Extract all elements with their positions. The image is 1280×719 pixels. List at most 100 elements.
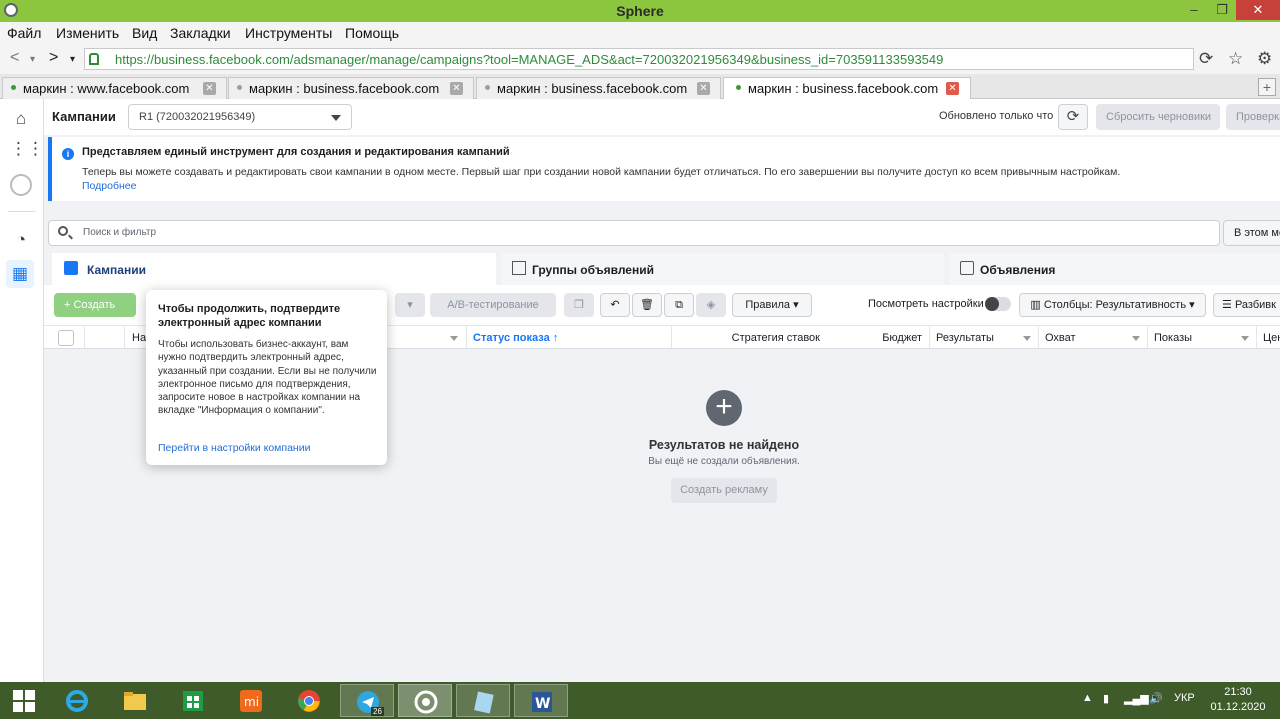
column-header-reach[interactable]: Охват [1038, 326, 1146, 350]
telegram-unread-badge: 26 [371, 707, 384, 716]
discard-drafts-button[interactable]: Сбросить черновики [1096, 104, 1220, 130]
edit-dropdown-button[interactable]: ▾ [395, 293, 425, 317]
popover-title: Чтобы продолжить, подтвердите электронны… [158, 303, 341, 329]
column-header-cost[interactable]: Цен [1256, 326, 1280, 350]
tab-close-icon[interactable]: ✕ [450, 82, 463, 95]
tray-expand-icon[interactable]: ▲ [1082, 692, 1093, 704]
start-button[interactable] [0, 684, 54, 717]
taskbar-chrome[interactable] [282, 684, 336, 717]
menu-help[interactable]: Помощь [345, 25, 399, 41]
taskbar-xiaomi[interactable]: mi [224, 684, 278, 717]
svg-text:W: W [535, 696, 550, 712]
bookmark-star-icon[interactable]: ☆ [1228, 49, 1243, 69]
taskbar-word[interactable]: W [514, 684, 568, 717]
browser-tab-3[interactable]: маркин : business.facebook.com ✕ [476, 77, 721, 99]
breakdown-dropdown-button[interactable]: ☰ Разбивк [1213, 293, 1280, 317]
forward-dropdown-icon[interactable]: ▾ [70, 54, 75, 65]
battery-charging-icon[interactable]: ▮ [1103, 692, 1109, 705]
column-header-delivery[interactable]: Статус показа ↑ [466, 326, 671, 350]
search-filter-input[interactable]: Поиск и фильтр [48, 220, 1220, 246]
minimize-button[interactable]: ‒ [1180, 0, 1208, 20]
tab-close-icon[interactable]: ✕ [203, 82, 216, 95]
chrome-icon [297, 689, 321, 713]
store-icon [181, 689, 205, 713]
system-clock[interactable]: 21:30 01.12.2020 [1208, 685, 1268, 715]
new-tab-button[interactable]: + [1258, 78, 1276, 96]
taskbar-telegram[interactable]: 26 [340, 684, 394, 717]
taskbar-sphere[interactable] [398, 684, 452, 717]
last-updated-text: Обновлено только что [939, 110, 1054, 122]
extensions-icon[interactable]: ⚙ [1257, 49, 1272, 69]
ab-test-button[interactable]: A/B-тестирование [430, 293, 556, 317]
windows-logo-icon [13, 690, 35, 712]
sort-arrow-icon: ↑ [552, 332, 559, 344]
tab-ads[interactable]: Объявления [950, 253, 1280, 285]
menu-view[interactable]: Вид [132, 25, 157, 41]
learn-more-link[interactable]: Подробнее [82, 180, 136, 192]
volume-icon[interactable]: 🔊 [1149, 692, 1163, 705]
account-avatar-icon[interactable] [10, 174, 32, 196]
menu-bookmarks[interactable]: Закладки [170, 25, 231, 41]
url-text: https://business.facebook.com/adsmanager… [115, 52, 944, 67]
rules-dropdown-button[interactable]: Правила ▾ [732, 293, 812, 317]
create-button[interactable]: + Создать [54, 293, 136, 317]
taskbar-file-explorer[interactable] [108, 684, 162, 717]
restore-button[interactable]: ❐ [1208, 0, 1236, 20]
date-range-button[interactable]: В этом ме [1223, 220, 1280, 246]
campaigns-table-icon[interactable]: ▦ [6, 260, 34, 288]
menu-edit[interactable]: Изменить [56, 25, 119, 41]
tab-status-icon [11, 85, 16, 90]
undo-button[interactable]: ↶ [600, 293, 630, 317]
tab-campaigns[interactable]: Кампании [52, 253, 496, 285]
close-window-button[interactable]: ✕ [1236, 0, 1280, 20]
taskbar-notepad[interactable] [456, 684, 510, 717]
banner-title: Представляем единый инструмент для созда… [82, 146, 510, 158]
url-field[interactable]: https://business.facebook.com/adsmanager… [84, 48, 1194, 70]
tab-status-icon [736, 85, 741, 90]
tab-status-icon [237, 85, 242, 90]
review-button[interactable]: Проверка [1226, 104, 1280, 130]
column-header-results[interactable]: Результаты [929, 326, 1037, 350]
menu-tools[interactable]: Инструменты [245, 25, 332, 41]
column-header-bid-strategy[interactable]: Стратегия ставок [671, 326, 826, 350]
column-budget-label: Бюджет [882, 332, 922, 344]
preview-button[interactable]: ⧉ [664, 293, 694, 317]
signal-bars-icon[interactable]: ▂▄▆ [1124, 692, 1149, 705]
taskbar-internet-explorer[interactable] [50, 684, 104, 717]
browser-tab-4-active[interactable]: маркин : business.facebook.com ✕ [723, 77, 971, 99]
duplicate-button[interactable]: ❐ [564, 293, 594, 317]
select-all-checkbox[interactable] [58, 330, 74, 346]
home-icon[interactable]: ⌂ [10, 108, 32, 130]
browser-tab-1[interactable]: маркин : www.facebook.com ✕ [2, 77, 227, 99]
tab-close-icon[interactable]: ✕ [946, 82, 959, 95]
delete-button[interactable]: 🗑 [632, 293, 662, 317]
all-tools-grid-icon[interactable]: ⋮⋮ [10, 138, 44, 160]
performance-gauge-icon[interactable]: ◔ [10, 229, 32, 251]
column-reach-label: Охват [1045, 332, 1076, 344]
column-header-budget[interactable]: Бюджет [826, 326, 924, 350]
tab-strip: маркин : www.facebook.com ✕ маркин : bus… [0, 74, 1280, 99]
tab-close-icon[interactable]: ✕ [697, 82, 710, 95]
tab-label: маркин : business.facebook.com [748, 81, 939, 96]
tab-adsets[interactable]: Группы объявлений [502, 253, 944, 285]
create-ad-button[interactable]: Создать рекламу [671, 478, 777, 503]
menu-file[interactable]: Файл [7, 25, 41, 41]
ad-account-select[interactable]: R1 (720032021956349) [128, 104, 352, 130]
taskbar-store[interactable] [166, 684, 220, 717]
adsets-grid-icon [512, 261, 526, 275]
back-dropdown-icon[interactable]: ▾ [30, 54, 35, 65]
forward-icon[interactable]: > [49, 49, 58, 67]
labels-button[interactable]: ◈ [696, 293, 726, 317]
back-icon[interactable]: < [10, 49, 19, 67]
reload-icon[interactable]: ⟳ [1199, 49, 1213, 69]
business-settings-link[interactable]: Перейти в настройки компании [158, 442, 310, 454]
column-header-impressions[interactable]: Показы [1147, 326, 1255, 350]
language-indicator[interactable]: УКР [1174, 692, 1195, 704]
refresh-button[interactable]: ⟳ [1058, 104, 1088, 130]
view-settings-label: Посмотреть настройки [868, 298, 984, 310]
view-settings-toggle[interactable] [985, 297, 1011, 311]
toggle-knob [985, 297, 999, 311]
window-title: Sphere [616, 3, 664, 19]
browser-tab-2[interactable]: маркин : business.facebook.com ✕ [228, 77, 474, 99]
columns-dropdown-button[interactable]: ▥ Столбцы: Результативность ▾ [1019, 293, 1206, 317]
